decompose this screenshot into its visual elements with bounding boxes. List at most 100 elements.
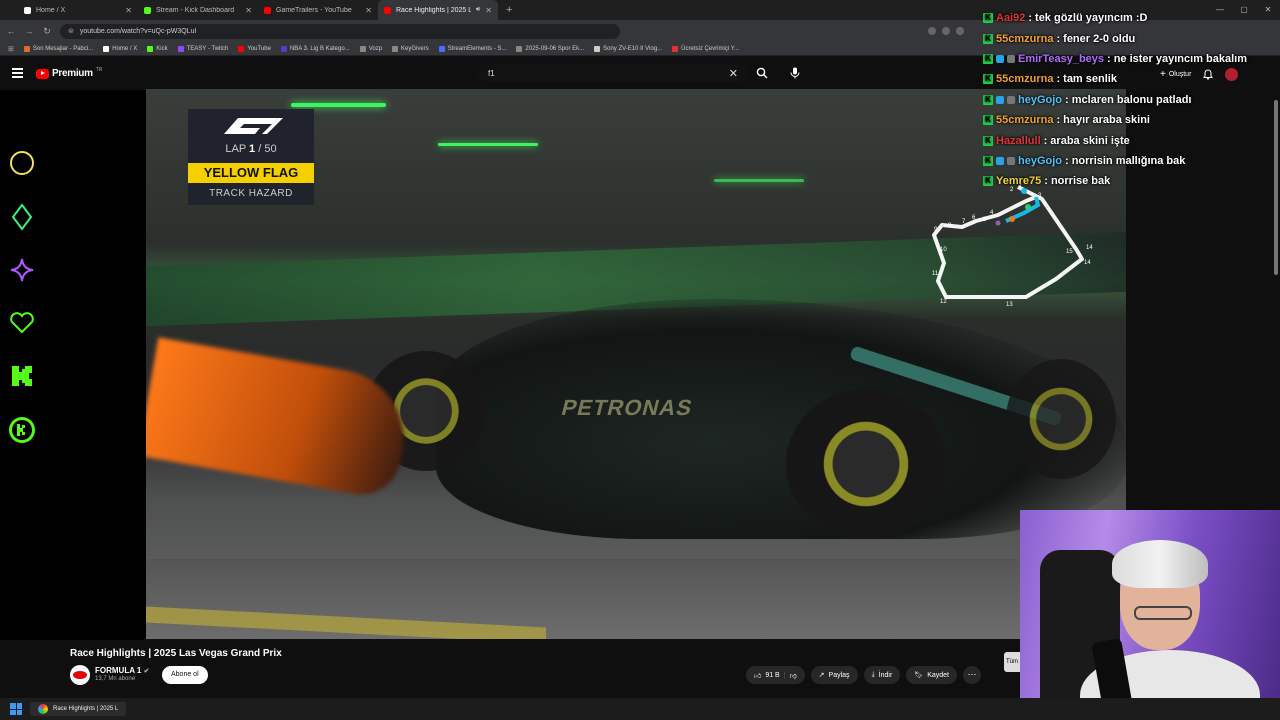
chat-username: EmirTeasy_beys xyxy=(1018,52,1105,65)
track-turn-number: 14 xyxy=(1086,245,1093,251)
chat-separator: : xyxy=(1065,154,1069,167)
track-turn-number: 10 xyxy=(940,247,947,253)
extension-icon[interactable] xyxy=(928,27,936,35)
save-button[interactable]: 🔖︎ Kaydet xyxy=(906,666,957,684)
bookmark-favicon-icon xyxy=(177,45,184,52)
kick-badge-icon: K xyxy=(983,115,993,126)
search-input[interactable]: f1 ✕ xyxy=(478,64,748,82)
address-bar[interactable]: ⊜ youtube.com/watch?v=uQc-pW3QLuI xyxy=(60,23,620,39)
apps-grid-icon[interactable]: ⊞ xyxy=(8,45,14,53)
search-button[interactable] xyxy=(752,64,772,82)
track-turn-number: 14 xyxy=(1084,260,1091,266)
chat-message: K 55cmzurna: hayır araba skini xyxy=(980,110,1280,130)
new-tab-button[interactable]: + xyxy=(498,4,520,16)
close-tab-icon[interactable]: ✕ xyxy=(125,6,132,15)
chat-separator: : xyxy=(1028,12,1033,25)
download-label: İndir xyxy=(878,671,893,679)
close-tab-icon[interactable]: ✕ xyxy=(365,6,372,15)
chat-text: araba skini işte xyxy=(1050,134,1130,147)
bookmark-item[interactable]: StreamElements - S... xyxy=(438,45,506,52)
chat-separator: : xyxy=(1044,175,1048,188)
chat-username: Hazallull xyxy=(996,134,1041,147)
thumbs-up-icon: 👍︎ xyxy=(754,672,762,680)
site-info-icon[interactable]: ⊜ xyxy=(68,27,74,35)
download-button[interactable]: ⤓ İndir xyxy=(863,666,901,684)
close-tab-icon[interactable]: ✕ xyxy=(485,6,492,15)
circle-outline-icon xyxy=(8,149,36,177)
bookmark-item[interactable]: Home / X xyxy=(103,45,137,52)
chat-message: K 55cmzurna: fener 2-0 oldu xyxy=(980,28,1280,48)
bookmark-item[interactable]: Vozp xyxy=(359,45,382,52)
back-icon[interactable]: ← xyxy=(6,26,16,36)
chat-message: K Yemre75: norrise bak xyxy=(980,171,1280,191)
chat-message: K 55cmzurna: tam senlik xyxy=(980,69,1280,89)
channel-avatar[interactable] xyxy=(70,665,90,685)
car-tyre xyxy=(786,389,946,539)
lap-counter: LAP 1 / 50 xyxy=(188,143,314,163)
tab-label: Home / X xyxy=(36,6,66,14)
extensions-area xyxy=(928,27,964,35)
flag-status: YELLOW FLAG xyxy=(188,163,314,183)
track-map: 123456789101112 13141415 xyxy=(932,185,1093,308)
page-scrollbar[interactable] xyxy=(1274,100,1278,275)
tab-favicon-icon xyxy=(24,6,31,14)
chat-text: tam senlik xyxy=(1063,73,1117,86)
gift-badge-icon xyxy=(1007,54,1015,63)
bookmark-item[interactable]: Sony ZV-E10 II Vlog... xyxy=(594,45,662,52)
country-code: TR xyxy=(95,66,103,73)
windows-start-icon[interactable] xyxy=(10,703,22,715)
chat-text: mclaren balonu patladı xyxy=(1071,93,1192,106)
bookmark-item[interactable]: 2025-09-06 Spor Ek... xyxy=(516,45,585,52)
thumbs-down-icon[interactable]: 👎︎ xyxy=(790,671,797,680)
chat-message: K EmirTeasy_beys: ne ister yayıncım bakalı… xyxy=(980,49,1280,69)
bookmark-item[interactable]: NBA 3. Lig B Katego... xyxy=(280,45,350,52)
verified-icon: ✔ xyxy=(143,668,150,675)
bookmark-favicon-icon xyxy=(103,45,110,52)
bookmark-item[interactable]: TEASY - Twitch xyxy=(177,45,229,52)
lap-total: / 50 xyxy=(258,143,277,155)
chrome-icon xyxy=(38,704,48,714)
subscriber-count: 13,7 Mn abone xyxy=(95,676,136,682)
browser-tab[interactable]: Home / X ✕ xyxy=(18,0,138,20)
reload-icon[interactable]: ↻ xyxy=(42,26,52,37)
race-status-card: LAP 1 / 50 YELLOW FLAG TRACK HAZARD xyxy=(188,109,314,205)
kick-circle-logo-icon xyxy=(8,416,36,444)
video-title: Race Highlights | 2025 Las Vegas Grand P… xyxy=(70,648,282,659)
bookmark-label: 2025-09-06 Spor Ek... xyxy=(525,45,585,52)
audio-playing-icon[interactable]: 🔊︎ xyxy=(476,6,480,14)
video-info: Race Highlights | 2025 Las Vegas Grand P… xyxy=(0,640,1020,696)
forward-icon[interactable]: → xyxy=(24,26,34,36)
subscribe-button[interactable]: Abone ol xyxy=(162,666,208,684)
bookmark-item[interactable]: Ücretsiz Çevrimiçi Y... xyxy=(672,45,739,52)
chat-username: 55cmzurna xyxy=(996,73,1054,86)
chat-message: K Hazallull: araba skini işte xyxy=(980,130,1280,150)
menu-icon[interactable] xyxy=(12,68,23,80)
video-actions: 👍︎ 91 B | 👎︎ ↗ Paylaş ⤓ İndir 🔖︎ Kaydet … xyxy=(746,666,981,684)
taskbar-chrome-app[interactable]: Race Highlights | 2025 L xyxy=(30,702,127,716)
chat-username: Yemre75 xyxy=(996,175,1042,188)
channel-name-text: FORMULA 1 xyxy=(95,666,142,675)
channel-name[interactable]: FORMULA 1 ✔ xyxy=(95,666,149,675)
search-query-text: f1 xyxy=(488,68,495,78)
voice-search-button[interactable] xyxy=(786,64,804,82)
close-tab-icon[interactable]: ✕ xyxy=(245,6,252,15)
hazard-status: TRACK HAZARD xyxy=(209,188,293,199)
bookmark-item[interactable]: Kick xyxy=(147,45,168,52)
share-button[interactable]: ↗ Paylaş xyxy=(810,666,858,684)
extension-icon[interactable] xyxy=(942,27,950,35)
bookmark-item[interactable]: KeyGivers xyxy=(392,45,429,52)
browser-tab[interactable]: Race Highlights | 2025 Las 🔊︎ ✕ xyxy=(378,0,498,20)
browser-tab[interactable]: Stream - Kick Dashboard ✕ xyxy=(138,0,258,20)
extension-icon[interactable] xyxy=(956,27,964,35)
clear-search-icon[interactable]: ✕ xyxy=(729,67,738,80)
bookmark-favicon-icon xyxy=(438,45,445,52)
browser-tab[interactable]: GameTrailers - YouTube ✕ xyxy=(258,0,378,20)
bookmark-label: TEASY - Twitch xyxy=(186,45,229,52)
more-actions-button[interactable]: ⋯ xyxy=(962,666,981,684)
lap-prefix: LAP xyxy=(225,143,246,155)
bookmark-item[interactable]: Son Mesajlar - Pabci... xyxy=(23,45,93,52)
bookmark-item[interactable]: YouTube xyxy=(238,45,271,52)
youtube-logo[interactable]: Premium TR xyxy=(36,66,103,79)
video-player[interactable]: PETRONAS LAP 1 / 50 YELLOW FLAG TRACK HA… xyxy=(146,89,1126,639)
like-button[interactable]: 👍︎ 91 B | 👎︎ xyxy=(746,666,805,684)
